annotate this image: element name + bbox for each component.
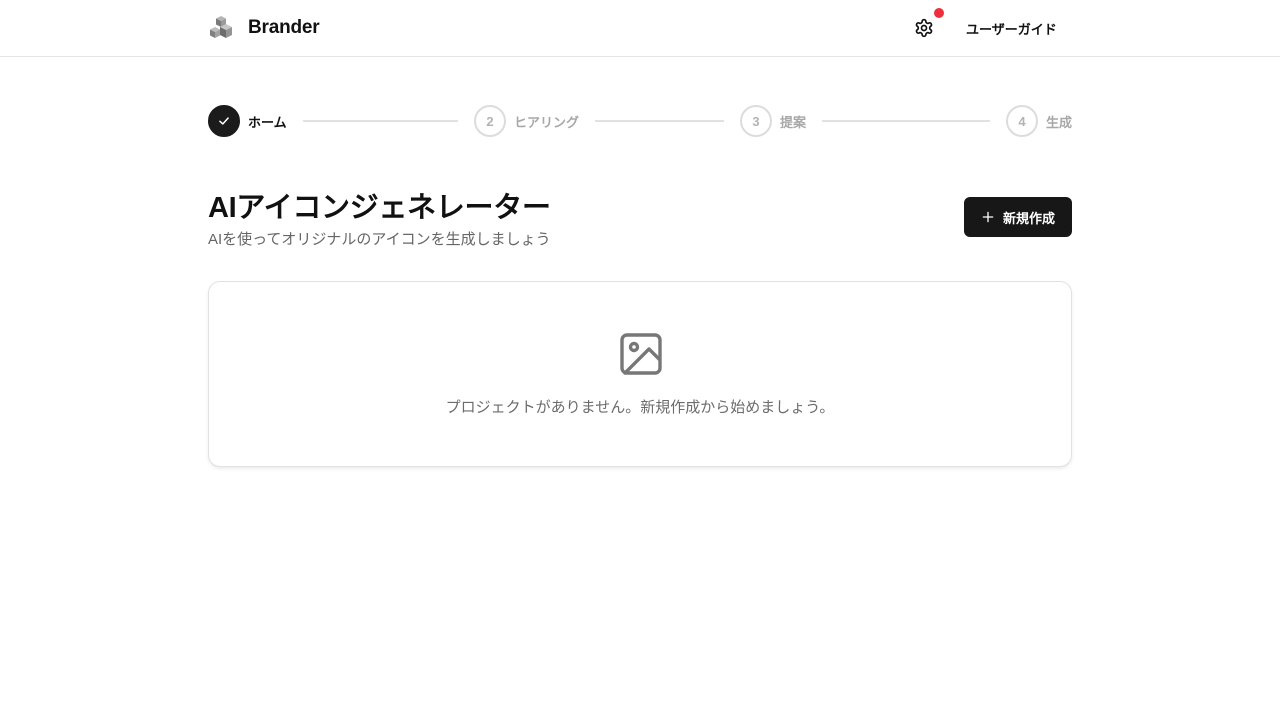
- brand[interactable]: Brander: [208, 14, 320, 42]
- step-home-label: ホーム: [248, 114, 287, 130]
- cubes-logo-icon: [210, 16, 232, 38]
- step-home[interactable]: ホーム: [208, 105, 287, 137]
- image-icon: [620, 333, 662, 375]
- top-header: Brander ユーザーガイド: [0, 0, 1280, 57]
- step-generate-number: 4: [1006, 105, 1038, 137]
- step-connector: [595, 120, 724, 122]
- step-proposal-label: 提案: [780, 114, 807, 130]
- brand-name: Brander: [248, 17, 320, 38]
- step-hearing[interactable]: 2 ヒアリング: [474, 105, 579, 137]
- new-project-button-label: 新規作成: [1002, 210, 1055, 226]
- step-generate-label: 生成: [1046, 114, 1073, 130]
- plus-icon: [982, 211, 994, 223]
- page-title: AIアイコンジェネレーター: [208, 192, 551, 224]
- step-proposal-number: 3: [740, 105, 772, 137]
- progress-stepper: ホーム 2 ヒアリング 3 提案 4 生成: [208, 105, 1072, 137]
- empty-state-card: プロジェクトがありません。新規作成から始めましょう。: [208, 281, 1072, 467]
- step-connector: [303, 120, 458, 122]
- user-guide-link[interactable]: ユーザーガイド: [958, 14, 1065, 42]
- step-proposal[interactable]: 3 提案: [740, 105, 806, 137]
- check-icon: [219, 117, 229, 125]
- gear-icon: [915, 18, 933, 38]
- step-connector: [822, 120, 990, 122]
- step-hearing-number: 2: [474, 105, 506, 137]
- step-hearing-label: ヒアリング: [514, 114, 580, 130]
- notification-dot: [934, 8, 944, 18]
- page-subtitle: AIを使ってオリジナルのアイコンを生成しましょう: [208, 231, 551, 248]
- new-project-button[interactable]: 新規作成: [964, 197, 1072, 237]
- empty-state-message: プロジェクトがありません。新規作成から始めましょう。: [445, 399, 835, 416]
- step-generate[interactable]: 4 生成: [1006, 105, 1072, 137]
- step-home-circle: [208, 105, 240, 137]
